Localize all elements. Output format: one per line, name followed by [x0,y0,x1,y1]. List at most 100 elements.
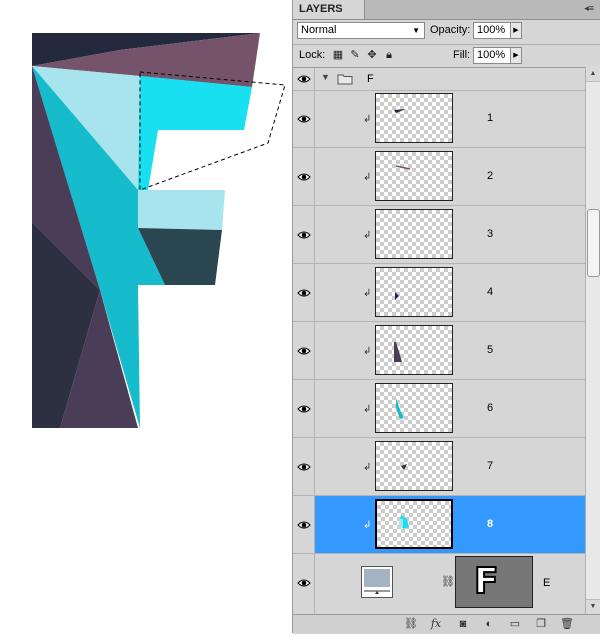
layer-thumbnail[interactable] [375,441,453,491]
visibility-toggle[interactable] [293,264,315,321]
visibility-toggle[interactable] [293,90,315,147]
layer-thumbnail-shape [395,165,411,170]
eye-icon [297,463,311,471]
layer-group-row[interactable]: ▼ F [293,68,585,91]
opacity-input[interactable]: 100% [473,22,511,39]
layer-name[interactable]: 4 [487,286,493,298]
layer-thumbnail-shape [394,342,402,362]
visibility-toggle[interactable] [293,206,315,263]
group-icon[interactable]: ▭ [507,617,523,631]
letter-f-artwork [32,33,286,428]
layer-name[interactable]: 3 [487,228,493,240]
clipping-arrow-icon: ↲ [363,172,372,183]
panel-menu-icon[interactable]: ◂≡ [584,3,594,14]
layers-scrollbar[interactable]: ▲ ▼ [585,67,600,614]
layer-row[interactable]: ↲ 2 [293,148,585,206]
new-layer-icon[interactable]: ❐ [533,617,549,631]
lock-all-icon[interactable]: 🔒︎ [383,49,395,61]
cyan-arm-top [138,76,252,190]
panel-tabbar: LAYERS ◂≡ [293,0,600,20]
layer-name[interactable]: 5 [487,344,493,356]
clipping-arrow-icon: ↲ [363,404,372,415]
layer-thumbnail[interactable] [375,151,453,201]
eye-icon [297,75,311,83]
fill-label: Fill: [453,49,471,61]
group-name: F [367,73,374,85]
clipping-arrow-icon: ↲ [363,346,372,357]
fx-icon[interactable]: fx [428,617,444,631]
opacity-slider-toggle[interactable]: ▶ [510,22,522,39]
eye-icon [297,405,311,413]
layer-thumbnail-shape [399,515,409,529]
lock-image-icon[interactable]: ✎ [349,49,361,61]
layer-thumbnail-shape [396,398,404,419]
visibility-toggle[interactable] [293,322,315,379]
clipping-arrow-icon: ↲ [363,230,372,241]
layer-thumbnail[interactable] [375,93,453,143]
fill-slider-toggle[interactable]: ▶ [510,47,522,64]
layer-thumbnail[interactable] [375,383,453,433]
layer-row[interactable]: ↲ 3 [293,206,585,264]
opacity-label: Opacity: [430,24,471,36]
trash-icon[interactable]: 🗑︎ [559,617,575,631]
scroll-down-icon[interactable]: ▼ [586,599,600,614]
eye-icon [297,579,311,587]
layer-name[interactable]: E [543,577,550,589]
mask-icon[interactable]: ◙ [455,617,471,631]
visibility-toggle[interactable] [293,68,315,90]
triangle-down-icon[interactable]: ▼ [321,72,330,82]
visibility-toggle[interactable] [293,380,315,437]
teal-light-lower [138,190,225,230]
tab-layers[interactable]: LAYERS [293,0,365,19]
mask-letter: F [473,561,500,603]
visibility-toggle[interactable] [293,496,315,553]
eye-icon [297,231,311,239]
layer-name[interactable]: 2 [487,170,493,182]
lock-fill-row: Lock: ▦ ✎ ✥ 🔒︎ Fill: 100% ▶ [293,44,600,67]
adjustment-layer-icon[interactable] [361,566,393,598]
eye-icon [297,115,311,123]
document-canvas[interactable] [0,0,292,633]
panel-bottom-toolbar: ⛓︎ fx ◙ ◐ ▭ ❐ 🗑︎ [293,614,600,634]
layer-thumbnail[interactable] [375,267,453,317]
layer-name[interactable]: 7 [487,460,493,472]
fill-input[interactable]: 100% [473,47,511,64]
layer-thumbnail[interactable] [375,209,453,259]
adjustment-icon[interactable]: ◐ [481,617,497,631]
link-icon[interactable]: ⛓︎ [403,617,419,631]
layer-row[interactable]: ↲ 7 [293,438,585,496]
layer-name[interactable]: 6 [487,402,493,414]
layer-row-selected[interactable]: ↲ 8 [293,496,585,554]
clipping-arrow-icon: ↲ [363,114,372,125]
chain-link-icon[interactable]: ⛓︎ [441,575,455,588]
layer-thumbnail-shape [395,292,399,300]
layer-row-base[interactable]: ⛓︎ F E [293,554,585,615]
clipping-arrow-icon: ↲ [363,288,372,299]
layer-row[interactable]: ↲ 4 [293,264,585,322]
chevron-down-icon: ▼ [412,26,420,35]
layer-thumbnail-shape [394,109,406,113]
visibility-toggle[interactable] [293,438,315,495]
eye-icon [297,289,311,297]
eye-icon [297,173,311,181]
lock-transparency-icon[interactable]: ▦ [332,49,344,61]
layer-name[interactable]: 1 [487,112,493,124]
visibility-toggle[interactable] [293,554,315,614]
layer-row[interactable]: ↲ 6 [293,380,585,438]
blend-mode-value: Normal [301,24,337,36]
layer-row[interactable]: ↲ 1 [293,90,585,148]
scrollbar-thumb[interactable] [587,209,600,277]
visibility-toggle[interactable] [293,148,315,205]
layer-name[interactable]: 8 [487,518,493,530]
eye-icon [297,521,311,529]
layers-panel: LAYERS ◂≡ Normal ▼ Opacity: 100% ▶ Lock:… [292,0,600,634]
clipping-arrow-icon: ↲ [363,462,372,473]
layer-mask-thumbnail[interactable]: F [455,556,533,608]
layer-thumbnail[interactable] [375,499,453,549]
lock-position-icon[interactable]: ✥ [366,49,378,61]
layer-row[interactable]: ↲ 5 [293,322,585,380]
scroll-up-icon[interactable]: ▲ [586,67,600,82]
blend-mode-select[interactable]: Normal ▼ [297,22,425,39]
layer-thumbnail[interactable] [375,325,453,375]
clipping-arrow-icon: ↲ [363,520,372,531]
